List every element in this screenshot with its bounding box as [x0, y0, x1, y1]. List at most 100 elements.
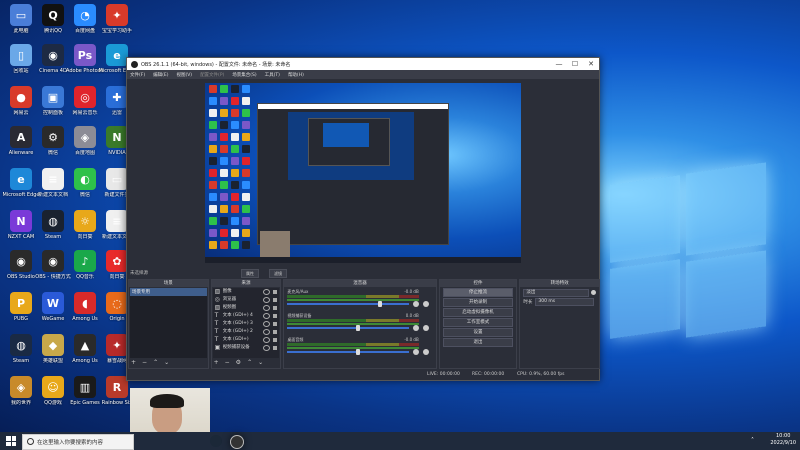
- menu-scene-collection[interactable]: 场景集合(S): [232, 72, 256, 78]
- transitions-dock-header: 转场特效: [520, 280, 599, 287]
- add-transition-icon[interactable]: [590, 290, 596, 295]
- close-button[interactable]: ✕: [583, 60, 599, 68]
- mute-speaker-icon[interactable]: [412, 325, 419, 331]
- obs-window[interactable]: OBS 26.1.1 (64-bit, windows) - 配置文件: 未命名…: [126, 57, 600, 381]
- lock-icon[interactable]: [273, 306, 278, 310]
- desktop-app-icon: ☼: [74, 210, 96, 232]
- source-item[interactable]: T 文本 (GDI+) 3: [213, 320, 280, 328]
- mute-speaker-icon[interactable]: [412, 349, 419, 355]
- source-type-icon: ▧: [214, 304, 221, 311]
- remove-source-button[interactable]: −: [225, 359, 230, 367]
- start-virtual-camera-button[interactable]: 启动虚拟摄像机: [442, 308, 514, 317]
- volume-slider[interactable]: [287, 303, 409, 305]
- source-item[interactable]: T 文本 (GDI+) 2: [213, 328, 280, 336]
- preview-mini-icon: [220, 193, 228, 201]
- move-up-button[interactable]: ⌃: [153, 359, 158, 367]
- move-down-button[interactable]: ⌄: [164, 359, 169, 367]
- visibility-eye-icon[interactable]: [263, 289, 271, 295]
- obs-menubar: 文件(F) 编辑(E) 视图(V) 配置文件(P) 场景集合(S) 工具(T) …: [127, 70, 599, 79]
- lock-icon[interactable]: [273, 290, 278, 294]
- source-down-button[interactable]: ⌄: [258, 359, 263, 367]
- source-settings-icon[interactable]: ⚙: [236, 359, 241, 367]
- obs-titlebar[interactable]: OBS 26.1.1 (64-bit, windows) - 配置文件: 未命名…: [127, 58, 599, 70]
- exit-button[interactable]: 退出: [442, 338, 514, 347]
- visibility-eye-icon[interactable]: [263, 305, 271, 311]
- lock-icon[interactable]: [273, 322, 278, 326]
- add-scene-button[interactable]: +: [131, 359, 136, 367]
- visibility-eye-icon[interactable]: [263, 329, 271, 335]
- system-clock[interactable]: 10:00 2022/9/10: [770, 433, 796, 447]
- stop-streaming-button[interactable]: 停止推流: [442, 288, 514, 297]
- mute-speaker-icon[interactable]: [412, 301, 419, 307]
- filters-button[interactable]: 滤镜: [269, 269, 287, 278]
- source-item[interactable]: ▧ 图像: [213, 288, 280, 296]
- desktop-app-icon: ▥: [74, 376, 96, 398]
- lock-icon[interactable]: [273, 330, 278, 334]
- visibility-eye-icon[interactable]: [263, 313, 271, 319]
- preview-canvas[interactable]: [205, 83, 521, 263]
- studio-mode-button[interactable]: 工作室模式: [442, 318, 514, 327]
- menu-view[interactable]: 视图(V): [176, 72, 192, 78]
- taskbar-search[interactable]: 在这里输入你要搜索的内容: [22, 434, 134, 450]
- source-up-button[interactable]: ⌃: [247, 359, 252, 367]
- desktop-icon[interactable]: ✦ 宝宝学习助手: [98, 4, 136, 34]
- scene-item[interactable]: 场景专用: [130, 288, 207, 296]
- minimize-button[interactable]: —: [551, 60, 567, 68]
- preview-mini-icon: [231, 241, 239, 249]
- desktop-app-icon: P: [10, 292, 32, 314]
- volume-meter: [287, 343, 419, 346]
- preview-mini-icon: [209, 217, 217, 225]
- start-recording-button[interactable]: 开始录制: [442, 298, 514, 307]
- desktop-app-icon: ◌: [106, 292, 128, 314]
- settings-button[interactable]: 设置: [442, 328, 514, 337]
- channel-settings-gear-icon[interactable]: [422, 349, 429, 355]
- desktop-app-icon: ▲: [74, 334, 96, 356]
- volume-slider[interactable]: [287, 351, 409, 353]
- desktop-app-icon: ✿: [106, 250, 128, 272]
- preview-mini-icon: [231, 97, 239, 105]
- menu-edit[interactable]: 编辑(E): [153, 72, 168, 78]
- preview-mini-icon: [220, 205, 228, 213]
- source-item[interactable]: ◎ 浏览器: [213, 296, 280, 304]
- source-item[interactable]: T 文本 (GDI+): [213, 336, 280, 344]
- add-source-button[interactable]: +: [214, 359, 219, 367]
- lock-icon[interactable]: [273, 338, 278, 342]
- channel-settings-gear-icon[interactable]: [422, 301, 429, 307]
- visibility-eye-icon[interactable]: [263, 337, 271, 343]
- source-item[interactable]: ▣ 视频捕获设备: [213, 344, 280, 352]
- source-item[interactable]: ▧ 视频图: [213, 304, 280, 312]
- taskbar-steam-icon[interactable]: [210, 435, 222, 447]
- channel-db: -0.0 dB: [404, 337, 419, 342]
- volume-slider-handle[interactable]: [355, 325, 360, 331]
- start-button[interactable]: [6, 436, 16, 446]
- maximize-button[interactable]: ☐: [567, 60, 583, 68]
- source-item[interactable]: T 文本 (GDI+) 4: [213, 312, 280, 320]
- remove-scene-button[interactable]: −: [142, 359, 147, 367]
- source-type-icon: T: [214, 336, 219, 343]
- controls-dock-header: 控件: [439, 280, 517, 287]
- volume-slider[interactable]: [287, 327, 409, 329]
- desktop-app-icon: ◉: [42, 44, 64, 66]
- lock-icon[interactable]: [273, 298, 278, 302]
- desktop-app-icon: ◍: [10, 334, 32, 356]
- lock-icon[interactable]: [273, 346, 278, 350]
- menu-profile[interactable]: 配置文件(P): [200, 72, 224, 78]
- visibility-eye-icon[interactable]: [263, 297, 271, 303]
- preview-mini-icon: [231, 133, 239, 141]
- menu-file[interactable]: 文件(F): [130, 72, 145, 78]
- taskbar-obs-icon[interactable]: [230, 435, 244, 449]
- volume-slider-handle[interactable]: [377, 301, 382, 307]
- preview-mini-icon: [220, 169, 228, 177]
- tray-chevron-icon[interactable]: ˄: [751, 437, 754, 444]
- visibility-eye-icon[interactable]: [263, 321, 271, 327]
- menu-help[interactable]: 帮助(H): [288, 72, 304, 78]
- transition-select[interactable]: 淡出: [523, 288, 589, 297]
- menu-tools[interactable]: 工具(T): [265, 72, 280, 78]
- lock-icon[interactable]: [273, 314, 278, 318]
- visibility-eye-icon[interactable]: [263, 345, 271, 351]
- preview-mini-icon: [231, 217, 239, 225]
- duration-input[interactable]: 300 ms: [535, 297, 594, 306]
- volume-slider-handle[interactable]: [355, 349, 360, 355]
- properties-button[interactable]: 属性: [241, 269, 259, 278]
- channel-settings-gear-icon[interactable]: [422, 325, 429, 331]
